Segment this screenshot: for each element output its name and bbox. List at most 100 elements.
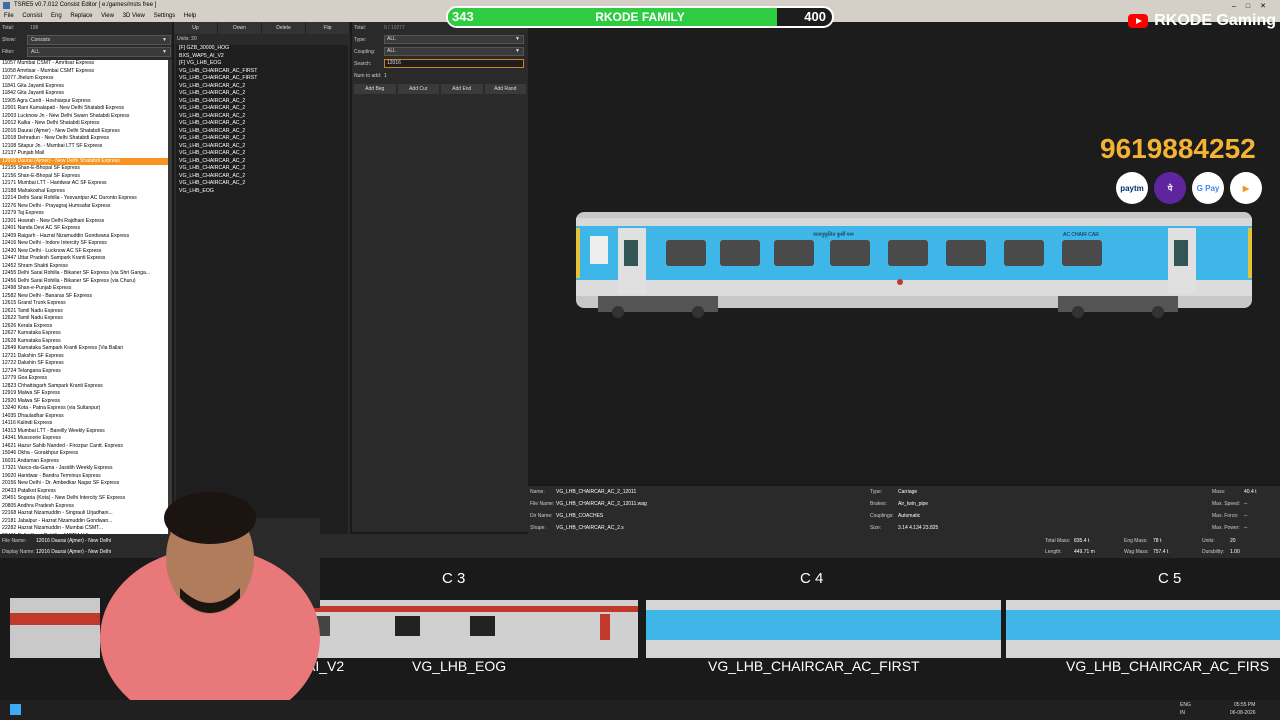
list-item[interactable]: 11077 Jhelum Express [0,75,168,83]
unit-item[interactable]: VG_LHB_CHAIRCAR_AC_2 [179,105,348,113]
unit-item[interactable]: VG_LHB_CHAIRCAR_AC_FIRST [179,68,348,76]
unit-item[interactable]: VG_LHB_CHAIRCAR_AC_2 [179,120,348,128]
list-item[interactable]: 12155 Shan-E-Bhopal SF Express [0,165,168,173]
list-item[interactable]: 12279 Taj Express [0,210,168,218]
list-item[interactable]: 12301 Howrah - New Delhi Rajdhani Expres… [0,218,168,226]
coupling-select[interactable]: ALL ▼ [384,47,524,56]
unit-item[interactable]: VG_LHB_CHAIRCAR_AC_2 [179,173,348,181]
list-item[interactable]: 12622 Tamil Nadu Express [0,315,168,323]
list-item[interactable]: 12498 Shan-e-Punjab Express [0,285,168,293]
list-item[interactable]: 12018 Dehradun - New Delhi Shatabdi Expr… [0,135,168,143]
add-end-button[interactable]: Add End [441,84,483,94]
list-item[interactable]: 20156 New Delhi - Dr. Ambedkar Nagar SF … [0,480,168,488]
list-item[interactable]: 17321 Vasco-da-Gama - Jasidih Weekly Exp… [0,465,168,473]
list-item[interactable]: 12626 Kerala Express [0,323,168,331]
list-item[interactable]: 12171 Mumbai LTT - Haridwar AC SF Expres… [0,180,168,188]
list-item[interactable]: 12779 Goa Express [0,375,168,383]
list-item[interactable]: 12401 Nanda Devi AC SF Express [0,225,168,233]
list-item[interactable]: 12455 Delhi Sarai Rohilla - Bikaner SF E… [0,270,168,278]
unit-item[interactable]: BXS_WAP5_AI_V2 [179,53,348,61]
menu-help[interactable]: Help [184,13,196,19]
list-scrollbar[interactable] [168,60,172,550]
list-item[interactable]: 12416 New Delhi - Indore Intercity SF Ex… [0,240,168,248]
unit-item[interactable]: VG_LHB_CHAIRCAR_AC_2 [179,90,348,98]
unit-item[interactable]: VG_LHB_CHAIRCAR_AC_2 [179,98,348,106]
list-item[interactable]: 12721 Dakshin SF Express [0,353,168,361]
unit-item[interactable]: VG_LHB_EOG [179,188,348,196]
consist-list[interactable]: 11057 Mumbai CSMT - Amritsar Express 1105… [0,60,168,550]
list-item[interactable]: 12409 Raigarh - Hazrat Nizamuddin Gondwa… [0,233,168,241]
list-item[interactable]: 19020 Haridwar - Bandra Terminus Express [0,473,168,481]
list-item[interactable]: 12156 Shan-E-Bhopal SF Express [0,173,168,181]
3d-viewport[interactable]: वातानुकूलित कुर्सी यान AC CHAIR CAR [528,22,1280,484]
unit-item[interactable]: VG_LHB_CHAIRCAR_AC_2 [179,135,348,143]
type-select[interactable]: ALL ▼ [384,35,524,44]
list-item[interactable]: 14341 Mussoorie Express [0,435,168,443]
unit-list[interactable]: [F] GZB_30000_HOG BXS_WAP5_AI_V2 [F] VG_LH… [176,45,348,550]
list-item[interactable]: 11057 Mumbai CSMT - Amritsar Express [0,60,168,68]
list-item[interactable]: 16031 Andaman Express [0,458,168,466]
list-item[interactable]: 11842 Gita Jayanti Express [0,90,168,98]
list-item[interactable]: 12012 Kalka - New Delhi Shatabdi Express [0,120,168,128]
menu-consist[interactable]: Consist [22,13,42,19]
num-input[interactable]: 1 [384,70,387,82]
list-item[interactable]: 12919 Malwa SF Express [0,390,168,398]
list-item[interactable]: 12214 Delhi Sarai Rohilla - Yesvantpur A… [0,195,168,203]
unit-item[interactable]: [F] VG_LHB_EOG [179,60,348,68]
list-item[interactable]: 12649 Karnataka Sampark Kranti Express (… [0,345,168,353]
list-item[interactable]: 12724 Telangana Express [0,368,168,376]
list-item[interactable]: 11841 Gita Jayanti Express [0,83,168,91]
unit-item[interactable]: VG_LHB_CHAIRCAR_AC_2 [179,150,348,158]
unit-item[interactable]: VG_LHB_CHAIRCAR_AC_2 [179,180,348,188]
list-item[interactable]: 12016 Daurai (Ajmer) - New Delhi Shatabd… [0,128,168,136]
list-item[interactable]: 12582 New Delhi - Banaras SF Express [0,293,168,301]
list-item[interactable]: 12722 Dakshin SF Express [0,360,168,368]
unit-item[interactable]: VG_LHB_CHAIRCAR_AC_2 [179,128,348,136]
list-item[interactable]: 12003 Lucknow Jn - New Delhi Swarn Shata… [0,113,168,121]
list-item[interactable]: 14116 Kalindi Express [0,420,168,428]
durability-input[interactable]: 1.00 [1230,547,1240,557]
list-item[interactable]: 12016 Daurai (Ajmer) - New Delhi Shatabd… [0,157,168,165]
clock-time[interactable]: 05:55 PM [1234,702,1255,708]
list-item[interactable]: 12452 Shram Shakti Express [0,263,168,271]
delete-button[interactable]: Delete [262,22,306,34]
add-cur-button[interactable]: Add Cur [397,84,439,94]
list-item[interactable]: 12108 Sitapur Jn. - Mumbai LTT SF Expres… [0,143,168,151]
add-rand-button[interactable]: Add Rand [484,84,526,94]
unit-item[interactable]: [F] GZB_30000_HOG [179,45,348,53]
menu-view[interactable]: View [101,13,114,19]
unit-item[interactable]: VG_LHB_CHAIRCAR_AC_2 [179,158,348,166]
list-item[interactable]: 12188 Mahakoshal Express [0,188,168,196]
flip-button[interactable]: Flip [306,22,350,34]
search-input[interactable]: 12016 [384,59,524,68]
list-item[interactable]: 14035 Dhauladhar Express [0,413,168,421]
unit-item[interactable]: VG_LHB_CHAIRCAR_AC_FIRST [179,75,348,83]
unit-item[interactable]: VG_LHB_CHAIRCAR_AC_2 [179,113,348,121]
add-beg-button[interactable]: Add Beg [354,84,396,94]
menu-3d-view[interactable]: 3D View [123,13,145,19]
menu-settings[interactable]: Settings [154,13,176,19]
unit-item[interactable]: VG_LHB_CHAIRCAR_AC_2 [179,83,348,91]
list-item[interactable]: 12627 Karnataka Express [0,330,168,338]
filter-select[interactable]: ALL ▼ [27,47,171,57]
list-item[interactable]: 12615 Grand Trunk Express [0,300,168,308]
menu-file[interactable]: File [4,13,14,19]
list-item[interactable]: 12628 Karnataka Express [0,338,168,346]
list-item[interactable]: 12430 New Delhi - Lucknow AC SF Express [0,248,168,256]
lang-indicator[interactable]: ENG [1180,702,1191,708]
list-item[interactable]: 14621 Hazur Sahib Nanded - Firozpur Cant… [0,443,168,451]
list-item[interactable]: 12001 Rani Kamalapati - New Delhi Shatab… [0,105,168,113]
list-item[interactable]: 11058 Amritsar - Mumbai CSMT Express [0,68,168,76]
show-select[interactable]: Consists ▼ [27,35,171,45]
list-item[interactable]: 13240 Kota - Patna Express (via Sultanpu… [0,405,168,413]
windows-start-icon[interactable] [10,704,21,715]
unit-item[interactable]: VG_LHB_CHAIRCAR_AC_2 [179,143,348,151]
down-button[interactable]: Down [218,22,262,34]
list-item[interactable]: 12447 Uttar Pradesh Sampark Kranti Expre… [0,255,168,263]
up-button[interactable]: Up [174,22,218,34]
unit-item[interactable]: VG_LHB_CHAIRCAR_AC_2 [179,165,348,173]
menu-eng[interactable]: Eng [51,13,62,19]
menu-replace[interactable]: Replace [70,13,92,19]
list-item[interactable]: 12823 Chhattisgarh Sampark Kranti Expres… [0,383,168,391]
list-item[interactable]: 15046 Okha - Gorakhpur Express [0,450,168,458]
